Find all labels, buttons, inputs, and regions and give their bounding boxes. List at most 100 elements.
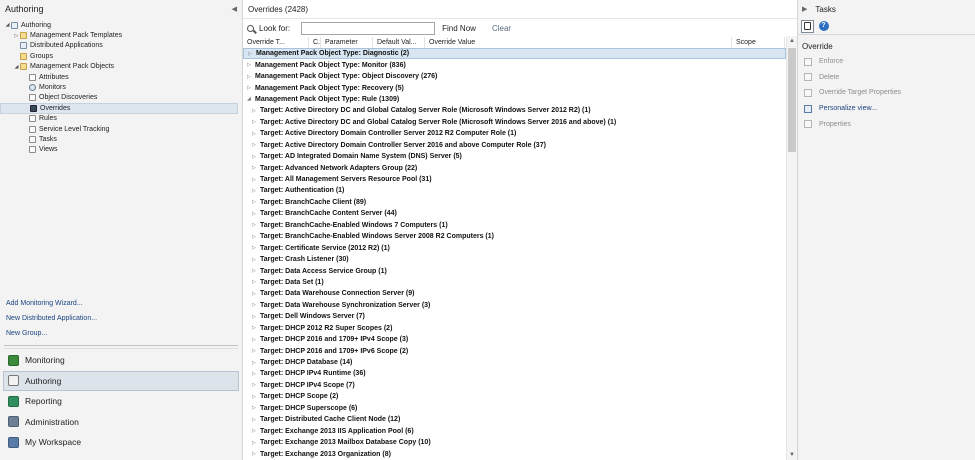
target-row[interactable]: ▷ Target: DHCP Scope (2) xyxy=(243,391,786,402)
scrollbar-thumb[interactable] xyxy=(788,48,796,152)
wunderbar-splitter[interactable] xyxy=(4,345,238,349)
target-row[interactable]: ▷ Target: DHCP 2016 and 1709+ IPv6 Scope … xyxy=(243,345,786,356)
expand-icon[interactable]: ▷ xyxy=(247,74,255,80)
target-row[interactable]: ▷ Target: Active Directory Domain Control… xyxy=(243,140,786,151)
action-link-new-group[interactable]: New Group... xyxy=(0,326,242,341)
task-personalize-view[interactable]: Personalize view... xyxy=(798,101,975,117)
expand-icon[interactable]: ▷ xyxy=(252,131,260,137)
expand-icon[interactable]: ▷ xyxy=(252,371,260,377)
wunderbar-administration[interactable]: Administration xyxy=(0,412,242,433)
target-row[interactable]: ▷ Target: DHCP IPv4 Scope (7) xyxy=(243,380,786,391)
vertical-scrollbar[interactable]: ▲ ▼ xyxy=(786,36,797,460)
expand-icon[interactable]: ▷ xyxy=(247,85,255,91)
expand-icon[interactable]: ▷ xyxy=(252,325,260,331)
nav-item-authoring[interactable]: ◢ Authoring xyxy=(0,20,242,30)
expand-icon[interactable]: ▷ xyxy=(252,360,260,366)
expanded-icon[interactable]: ◢ xyxy=(247,96,255,102)
find-now-button[interactable]: Find Now xyxy=(442,24,476,33)
expand-icon[interactable]: ▷ xyxy=(252,222,260,228)
help-tab[interactable]: ? xyxy=(817,20,830,33)
expand-icon[interactable]: ▷ xyxy=(248,51,256,57)
expand-icon[interactable]: ▷ xyxy=(252,382,260,388)
wunderbar-authoring[interactable]: Authoring xyxy=(3,370,239,391)
expand-icon[interactable]: ▷ xyxy=(252,211,260,217)
task-delete[interactable]: Delete xyxy=(798,70,975,86)
target-row[interactable]: ▷ Target: DHCP 2016 and 1709+ IPv4 Scope … xyxy=(243,334,786,345)
expand-icon[interactable]: ▷ xyxy=(252,188,260,194)
expand-icon[interactable]: ▷ xyxy=(252,291,260,297)
expand-icon[interactable]: ▷ xyxy=(252,108,260,114)
collapse-tasks-icon[interactable]: ▶ xyxy=(802,5,807,13)
target-row[interactable]: ▷ Target: Data Access Service Group (1) xyxy=(243,265,786,276)
target-row[interactable]: ▷ Target: All Management Servers Resource… xyxy=(243,174,786,185)
expand-icon[interactable]: ▷ xyxy=(252,142,260,148)
wunderbar-monitoring[interactable]: Monitoring xyxy=(0,350,242,371)
nav-item-distributed-applications[interactable]: Distributed Applications xyxy=(0,41,242,51)
expand-icon[interactable]: ▷ xyxy=(252,119,260,125)
nav-item-attributes[interactable]: Attributes xyxy=(0,72,242,82)
task-enforce[interactable]: Enforce xyxy=(798,54,975,70)
scroll-up-icon[interactable]: ▲ xyxy=(787,36,797,46)
wunderbar-my-workspace[interactable]: My Workspace xyxy=(0,432,242,453)
expand-icon[interactable]: ▷ xyxy=(252,314,260,320)
collapse-navigation-icon[interactable]: ◀ xyxy=(232,5,237,13)
expand-icon[interactable]: ▷ xyxy=(252,394,260,400)
target-row[interactable]: ▷ Target: Active Directory DC and Global … xyxy=(243,117,786,128)
target-row[interactable]: ▷ Target: Active Directory Domain Control… xyxy=(243,128,786,139)
target-row[interactable]: ▷ Target: Active Directory DC and Global … xyxy=(243,105,786,116)
target-row[interactable]: ▷ Target: BranchCache Content Server (44) xyxy=(243,208,786,219)
expanded-icon[interactable]: ◢ xyxy=(13,64,20,70)
expand-icon[interactable]: ▷ xyxy=(252,451,260,457)
target-row[interactable]: ▷ Target: Data Warehouse Synchronization … xyxy=(243,300,786,311)
expand-icon[interactable]: ▷ xyxy=(252,279,260,285)
nav-item-management-pack-templates[interactable]: ▷ Management Pack Templates xyxy=(0,30,242,40)
expand-icon[interactable]: ▷ xyxy=(252,440,260,446)
target-row[interactable]: ▷ Target: Exchange 2013 Mailbox Database … xyxy=(243,437,786,448)
target-row[interactable]: ▷ Target: Certificate Service (2012 R2) (… xyxy=(243,242,786,253)
nav-item-rules[interactable]: Rules xyxy=(0,114,242,124)
group-row[interactable]: ◢ Management Pack Object Type: Rule (1309… xyxy=(243,94,786,105)
nav-item-groups[interactable]: Groups xyxy=(0,51,242,61)
task-properties[interactable]: Properties xyxy=(798,116,975,132)
expand-icon[interactable]: ▷ xyxy=(252,245,260,251)
group-row[interactable]: ▷ Management Pack Object Type: Diagnostic… xyxy=(243,48,786,60)
target-row[interactable]: ▷ Target: Exchange 2013 IIS Application P… xyxy=(243,425,786,436)
expand-icon[interactable]: ▷ xyxy=(252,177,260,183)
nav-item-overrides[interactable]: Overrides xyxy=(0,103,238,114)
wunderbar-reporting[interactable]: Reporting xyxy=(0,391,242,412)
expand-icon[interactable]: ▷ xyxy=(252,199,260,205)
target-row[interactable]: ▷ Target: Exchange 2013 Organization (8) xyxy=(243,448,786,459)
expand-icon[interactable]: ▷ xyxy=(252,348,260,354)
expand-icon[interactable]: ▷ xyxy=(252,405,260,411)
expand-icon[interactable]: ▷ xyxy=(247,62,255,68)
nav-item-object-discoveries[interactable]: Object Discoveries xyxy=(0,93,242,103)
target-row[interactable]: ▷ Target: Data Warehouse Connection Serve… xyxy=(243,288,786,299)
expanded-icon[interactable]: ◢ xyxy=(4,22,11,28)
target-row[interactable]: ▷ Target: DHCP 2012 R2 Super Scopes (2) xyxy=(243,323,786,334)
target-row[interactable]: ▷ Target: DHCP Database (14) xyxy=(243,357,786,368)
expand-icon[interactable]: ▷ xyxy=(252,417,260,423)
group-row[interactable]: ▷ Management Pack Object Type: Recovery (… xyxy=(243,82,786,93)
target-row[interactable]: ▷ Target: Distributed Cache Client Node (… xyxy=(243,414,786,425)
target-row[interactable]: ▷ Target: BranchCache-Enabled Windows Ser… xyxy=(243,231,786,242)
tasks-tab[interactable] xyxy=(801,19,814,33)
expand-icon[interactable]: ▷ xyxy=(13,33,20,39)
expand-icon[interactable]: ▷ xyxy=(252,268,260,274)
look-for-input[interactable] xyxy=(301,21,436,35)
clear-button[interactable]: Clear xyxy=(492,24,511,33)
expand-icon[interactable]: ▷ xyxy=(252,234,260,240)
target-row[interactable]: ▷ Target: AD Integrated Domain Name Syste… xyxy=(243,151,786,162)
expand-icon[interactable]: ▷ xyxy=(252,337,260,343)
target-row[interactable]: ▷ Target: Advanced Network Adapters Group… xyxy=(243,162,786,173)
action-link-add-monitoring-wizard[interactable]: Add Monitoring Wizard... xyxy=(0,296,242,311)
action-link-new-distributed-application[interactable]: New Distributed Application... xyxy=(0,311,242,326)
task-override-target-properties[interactable]: Override Target Properties xyxy=(798,85,975,101)
expand-icon[interactable]: ▷ xyxy=(252,302,260,308)
scroll-down-icon[interactable]: ▼ xyxy=(787,450,797,460)
nav-item-management-pack-objects[interactable]: ◢ Management Pack Objects xyxy=(0,62,242,72)
target-row[interactable]: ▷ Target: Crash Listener (30) xyxy=(243,254,786,265)
nav-item-views[interactable]: Views xyxy=(0,145,242,155)
target-row[interactable]: ▷ Target: BranchCache-Enabled Windows 7 C… xyxy=(243,220,786,231)
nav-item-monitors[interactable]: Monitors xyxy=(0,82,242,92)
group-row[interactable]: ▷ Management Pack Object Type: Monitor (8… xyxy=(243,59,786,70)
